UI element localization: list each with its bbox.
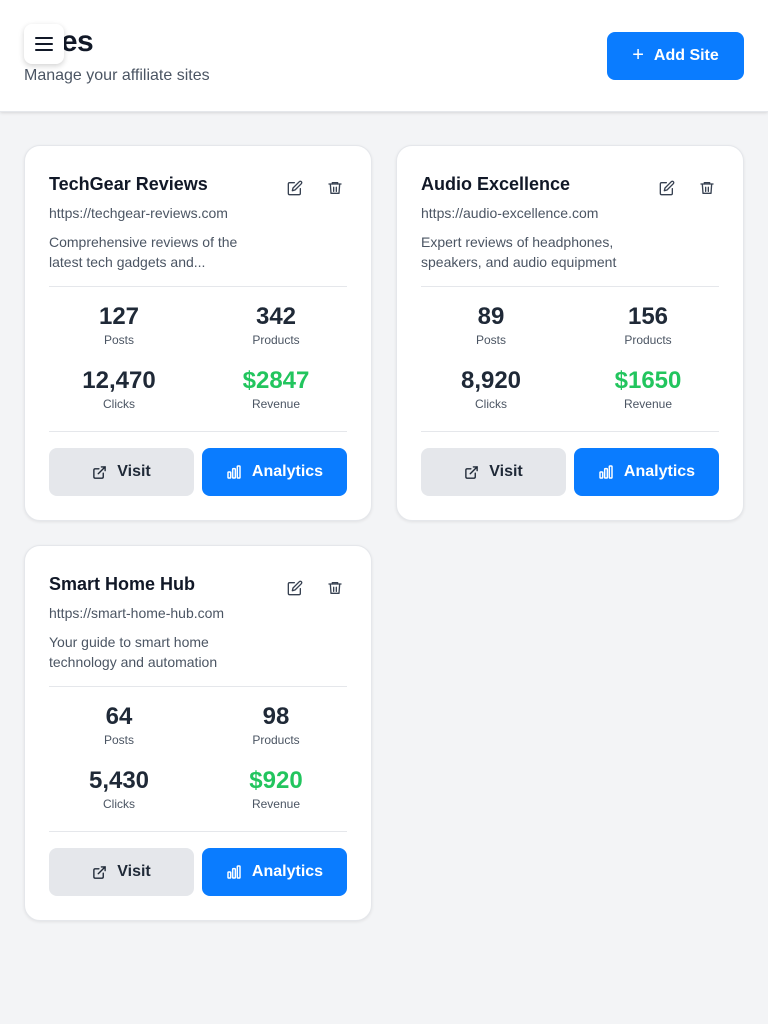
add-site-button[interactable]: + Add Site bbox=[607, 32, 744, 80]
stat-posts: 89 Posts bbox=[421, 302, 561, 348]
stat-products: 98 Products bbox=[206, 702, 346, 748]
products-value: 98 bbox=[262, 703, 290, 730]
stat-revenue: $2847 Revenue bbox=[206, 366, 346, 412]
analytics-label: Analytics bbox=[251, 463, 324, 480]
plus-icon: + bbox=[632, 44, 644, 66]
card-buttons: Visit Analytics bbox=[49, 448, 347, 496]
divider bbox=[49, 431, 347, 432]
stat-clicks: 8,920 Clicks bbox=[421, 366, 561, 412]
posts-value: 64 bbox=[105, 703, 133, 730]
posts-label: Posts bbox=[475, 333, 506, 347]
revenue-label: Revenue bbox=[251, 397, 301, 411]
products-value: 342 bbox=[255, 303, 297, 330]
site-url: https://audio-excellence.com bbox=[421, 205, 599, 221]
revenue-label: Revenue bbox=[251, 797, 301, 811]
edit-button[interactable] bbox=[283, 176, 307, 200]
site-description: Your guide to smart home technology and … bbox=[49, 634, 218, 670]
stat-clicks: 12,470 Clicks bbox=[49, 366, 189, 412]
site-card: Smart Home Hub https://smart-home-hub.co… bbox=[24, 545, 372, 921]
bar-chart-icon bbox=[599, 465, 613, 479]
clicks-value: 12,470 bbox=[82, 367, 156, 394]
stat-clicks: 5,430 Clicks bbox=[49, 766, 189, 812]
hamburger-icon bbox=[35, 37, 53, 51]
external-link-icon bbox=[93, 465, 107, 479]
page-subtitle: Manage your affiliate sites bbox=[24, 67, 210, 84]
posts-label: Posts bbox=[103, 733, 134, 747]
edit-button[interactable] bbox=[283, 576, 307, 600]
clicks-label: Clicks bbox=[103, 797, 135, 811]
revenue-value: $1650 bbox=[614, 367, 682, 394]
page-header: Sites Manage your affiliate sites + Add … bbox=[0, 0, 768, 112]
stat-posts: 64 Posts bbox=[49, 702, 189, 748]
bar-chart-icon bbox=[227, 865, 241, 879]
trash-icon bbox=[700, 182, 714, 194]
stat-posts: 127 Posts bbox=[49, 302, 189, 348]
visit-button[interactable]: Visit bbox=[421, 448, 566, 496]
delete-button[interactable] bbox=[695, 176, 719, 200]
external-link-icon bbox=[465, 465, 479, 479]
products-label: Products bbox=[624, 333, 672, 347]
products-label: Products bbox=[252, 733, 300, 747]
analytics-button[interactable]: Analytics bbox=[202, 848, 347, 896]
card-buttons: Visit Analytics bbox=[421, 448, 719, 496]
sites-grid: TechGear Reviews https://techgear-review… bbox=[24, 145, 744, 921]
site-url: https://techgear-reviews.com bbox=[49, 205, 228, 221]
clicks-label: Clicks bbox=[103, 397, 135, 411]
edit-icon bbox=[287, 580, 303, 596]
stat-revenue: $920 Revenue bbox=[206, 766, 346, 812]
visit-label: Visit bbox=[489, 463, 523, 480]
divider bbox=[421, 431, 719, 432]
external-link-icon bbox=[93, 865, 107, 879]
visit-label: Visit bbox=[117, 863, 151, 880]
visit-button[interactable]: Visit bbox=[49, 848, 194, 896]
products-label: Products bbox=[252, 333, 300, 347]
site-name: TechGear Reviews bbox=[49, 174, 208, 194]
stat-revenue: $1650 Revenue bbox=[578, 366, 718, 412]
divider bbox=[49, 286, 347, 287]
add-site-label: Add Site bbox=[653, 47, 719, 64]
edit-icon bbox=[659, 180, 675, 196]
site-url: https://smart-home-hub.com bbox=[49, 605, 225, 621]
revenue-value: $920 bbox=[249, 767, 303, 794]
card-actions bbox=[283, 576, 347, 600]
analytics-label: Analytics bbox=[623, 463, 696, 480]
clicks-value: 8,920 bbox=[460, 367, 522, 394]
delete-button[interactable] bbox=[323, 576, 347, 600]
site-description: Comprehensive reviews of the latest tech… bbox=[49, 234, 238, 270]
revenue-value: $2847 bbox=[242, 367, 310, 394]
card-actions bbox=[283, 176, 347, 200]
analytics-button[interactable]: Analytics bbox=[574, 448, 719, 496]
edit-button[interactable] bbox=[655, 176, 679, 200]
bar-chart-icon bbox=[227, 465, 241, 479]
delete-button[interactable] bbox=[323, 176, 347, 200]
revenue-label: Revenue bbox=[623, 397, 673, 411]
menu-button[interactable] bbox=[24, 24, 64, 64]
visit-button[interactable]: Visit bbox=[49, 448, 194, 496]
trash-icon bbox=[328, 182, 342, 194]
site-name: Audio Excellence bbox=[421, 174, 571, 194]
clicks-label: Clicks bbox=[475, 397, 507, 411]
stat-products: 156 Products bbox=[578, 302, 718, 348]
divider bbox=[421, 286, 719, 287]
divider bbox=[49, 686, 347, 687]
divider bbox=[49, 831, 347, 832]
stat-products: 342 Products bbox=[206, 302, 346, 348]
posts-value: 89 bbox=[477, 303, 505, 330]
clicks-value: 5,430 bbox=[88, 767, 150, 794]
posts-value: 127 bbox=[98, 303, 140, 330]
visit-label: Visit bbox=[117, 463, 151, 480]
card-actions bbox=[655, 176, 719, 200]
products-value: 156 bbox=[627, 303, 669, 330]
site-card: Audio Excellence https://audio-excellenc… bbox=[396, 145, 744, 521]
site-card: TechGear Reviews https://techgear-review… bbox=[24, 145, 372, 521]
card-buttons: Visit Analytics bbox=[49, 848, 347, 896]
site-description: Expert reviews of headphones, speakers, … bbox=[421, 234, 617, 270]
analytics-button[interactable]: Analytics bbox=[202, 448, 347, 496]
site-name: Smart Home Hub bbox=[49, 574, 196, 594]
trash-icon bbox=[328, 582, 342, 594]
posts-label: Posts bbox=[103, 333, 134, 347]
analytics-label: Analytics bbox=[251, 863, 324, 880]
edit-icon bbox=[287, 180, 303, 196]
